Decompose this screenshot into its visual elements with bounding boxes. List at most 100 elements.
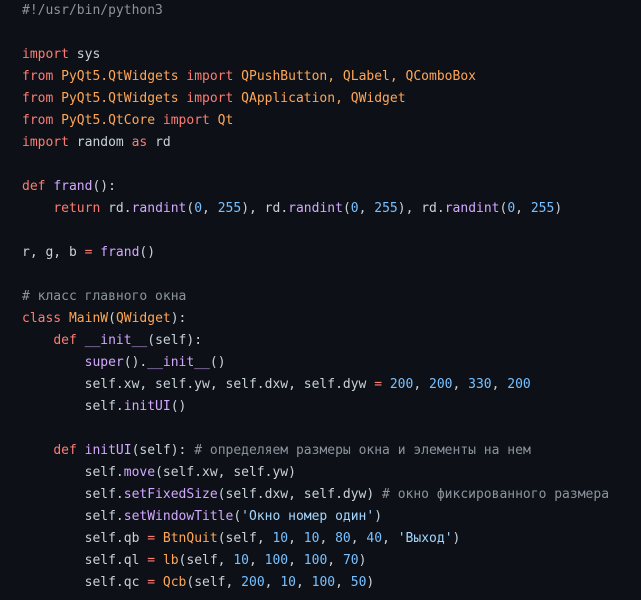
code-token: , xyxy=(413,377,429,392)
code-token: randint xyxy=(131,201,187,216)
code-token: ) xyxy=(358,553,367,568)
code-token: = xyxy=(147,575,156,590)
code-token: Qt xyxy=(209,113,234,128)
code-token: def xyxy=(22,179,46,194)
code-token: 10 xyxy=(303,531,320,546)
code-token: randint xyxy=(288,201,343,216)
code-token: self. xyxy=(22,509,124,524)
code-token: 100 xyxy=(264,553,289,568)
code-token: 255 xyxy=(374,201,398,216)
code-token: 50 xyxy=(350,575,367,590)
code-token: return xyxy=(53,201,101,216)
code-token: random xyxy=(68,135,132,150)
code-token: , xyxy=(264,575,281,590)
code-token: = xyxy=(147,531,156,546)
code-token: # определяем размеры окна и элементы на … xyxy=(194,443,531,458)
code-token: 200 xyxy=(507,377,531,392)
code-editor[interactable]: #!/usr/bin/python3 import sys from PyQt5.Q… xyxy=(0,0,641,600)
code-token: , xyxy=(491,377,508,392)
code-token: 100 xyxy=(311,575,336,590)
code-token: 200 xyxy=(241,575,265,590)
code-token: 80 xyxy=(335,531,351,546)
code-token: __init__ xyxy=(84,333,148,348)
code-token: ) xyxy=(554,201,563,216)
code-token: self. xyxy=(22,465,124,480)
code-line: import sys xyxy=(22,44,609,66)
code-token: ( xyxy=(342,201,351,216)
code-line: #!/usr/bin/python3 xyxy=(22,0,609,22)
code-line: self.xw, self.yw, self.dxw, self.dyw = 2… xyxy=(22,374,609,396)
code-token: 100 xyxy=(303,553,328,568)
code-token: #!/usr/bin/python3 xyxy=(22,3,163,18)
code-token: 40 xyxy=(366,531,383,546)
code-line: r, g, b = frand() xyxy=(22,242,609,264)
code-line: super().__init__() xyxy=(22,352,609,374)
code-token: import xyxy=(22,135,69,150)
code-token: (self, xyxy=(178,553,234,568)
code-token: lb xyxy=(162,553,179,568)
code-token: 330 xyxy=(468,377,492,392)
code-token: (): xyxy=(92,179,116,194)
code-token: , xyxy=(295,575,312,590)
code-token: setWindowTitle xyxy=(123,509,234,524)
code-token: self. xyxy=(22,399,124,414)
code-token: , xyxy=(358,201,375,216)
code-token: PyQt5.QtCore xyxy=(53,113,163,128)
code-token: , xyxy=(327,553,343,568)
code-token: , xyxy=(350,531,367,546)
code-token: 'Выход' xyxy=(397,531,453,546)
code-line: from PyQt5.QtWidgets import QApplication… xyxy=(22,88,609,110)
code-token: (self): xyxy=(131,443,195,458)
code-token: from xyxy=(22,113,54,128)
code-token: self.xw, self.yw, self.dxw, self.dyw xyxy=(22,377,375,392)
code-lines: #!/usr/bin/python3 import sys from PyQt5.Q… xyxy=(22,0,609,594)
code-line: def __init__(self): xyxy=(22,330,609,352)
code-line: from PyQt5.QtCore import Qt xyxy=(22,110,609,132)
code-token: (). xyxy=(123,355,148,370)
code-token: ) xyxy=(366,575,375,590)
code-token: BtnQuit xyxy=(162,531,218,546)
code-token: (self, xyxy=(217,531,273,546)
code-line: self.qc = Qcb(self, 200, 10, 100, 50) xyxy=(22,572,609,594)
code-token: () xyxy=(209,355,226,370)
code-token: ): xyxy=(170,311,187,326)
code-token: 255 xyxy=(217,201,242,216)
code-token: , xyxy=(288,553,304,568)
code-token: , xyxy=(319,531,336,546)
code-token: __init__ xyxy=(147,355,210,370)
code-token: PyQt5.QtWidgets xyxy=(53,91,187,106)
code-token: = xyxy=(147,553,156,568)
code-token: sys xyxy=(68,47,101,62)
code-line: self.setWindowTitle('Окно номер один') xyxy=(22,506,609,528)
code-token: initUI xyxy=(84,443,132,458)
code-token: 0 xyxy=(194,201,203,216)
code-token: ), rd. xyxy=(241,201,289,216)
code-token: PyQt5.QtWidgets xyxy=(53,69,187,84)
code-token: Qcb xyxy=(162,575,187,590)
code-token: import xyxy=(186,69,234,84)
code-token: initUI xyxy=(123,399,171,414)
code-token: super xyxy=(84,355,124,370)
code-token: QPushButton, QLabel, QComboBox xyxy=(233,69,476,84)
code-line: self.initUI() xyxy=(22,396,609,418)
code-token: self.qc xyxy=(22,575,148,590)
code-token: def xyxy=(53,333,77,348)
code-token: def xyxy=(53,443,77,458)
code-token: import xyxy=(186,91,234,106)
code-token: , xyxy=(452,377,469,392)
code-token: 70 xyxy=(342,553,359,568)
code-token: # класс главного окна xyxy=(22,289,187,304)
code-token: move xyxy=(123,465,156,480)
